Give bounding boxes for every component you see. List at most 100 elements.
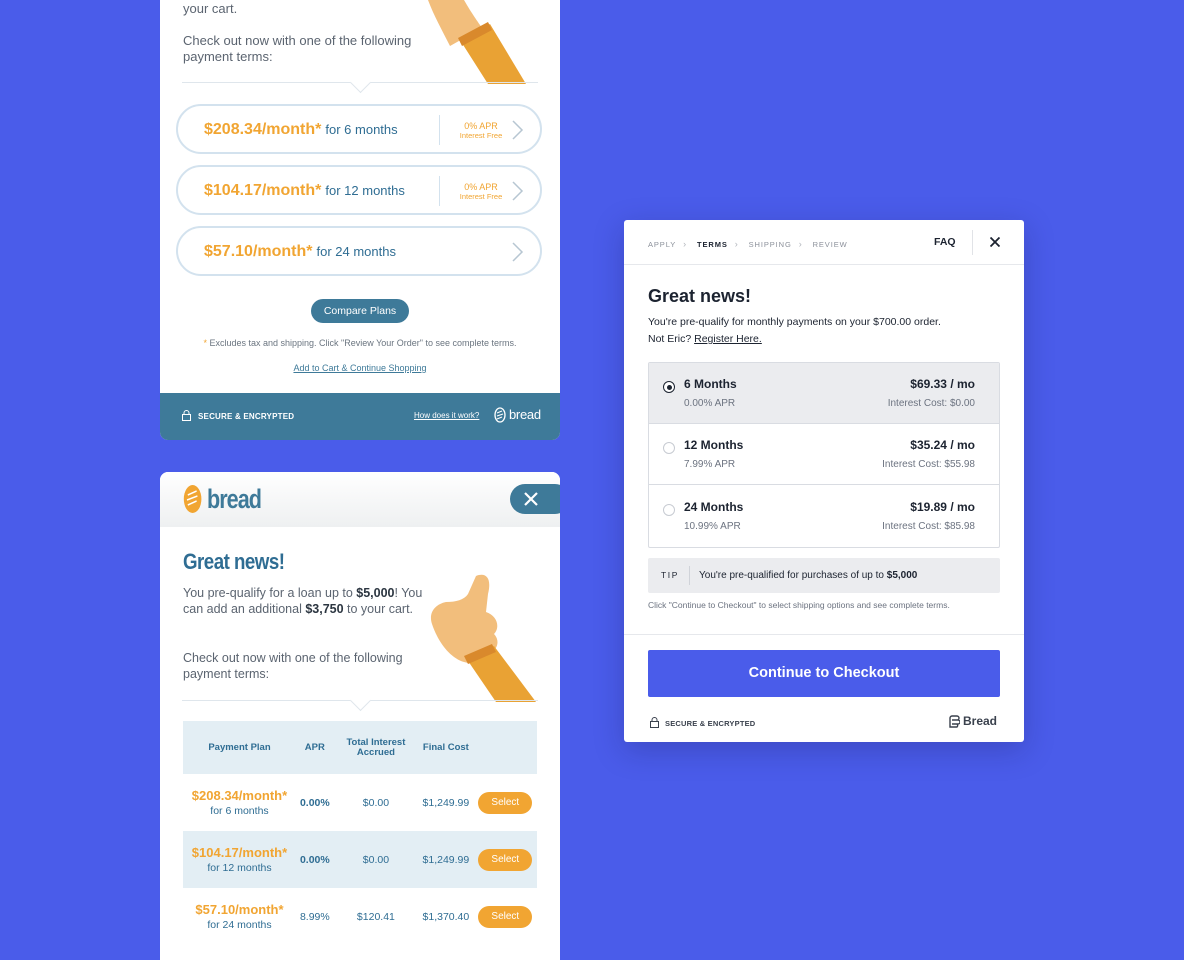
thumbs-up-illustration	[428, 0, 526, 84]
chevron-right-icon: ›	[734, 239, 739, 249]
radio-button[interactable]	[663, 442, 675, 454]
select-button[interactable]: Select	[478, 848, 533, 871]
lock-icon	[182, 410, 191, 421]
term-price: $69.33 / mo	[910, 377, 975, 391]
divider	[649, 484, 999, 485]
chevron-right-icon: ›	[798, 239, 803, 249]
breadcrumb-apply[interactable]: APPLY	[648, 240, 676, 249]
separator	[439, 115, 440, 145]
term-name: 24 Months	[684, 500, 744, 514]
term-interest: Interest Cost: $55.98	[882, 459, 975, 470]
term-options: 6 Months 0.00% APR $69.33 / mo Interest …	[648, 362, 1000, 548]
term-interest: Interest Cost: $0.00	[887, 398, 975, 409]
thumbs-up-illustration	[430, 574, 536, 702]
bread-logo: bread	[494, 407, 541, 423]
final-cost-cell: $1,249.99	[422, 796, 470, 809]
prequal-message: You're pre-qualify for monthly payments …	[648, 314, 941, 348]
plan-duration: for 6 months	[325, 122, 398, 137]
final-cost-cell: $1,249.99	[418, 831, 474, 888]
apr-cell: 0.00%	[299, 796, 330, 809]
table-row: $208.34/month* for 6 months 0.00% $0.00 $…	[183, 774, 537, 831]
chevron-right-icon	[512, 120, 524, 140]
column-header: APR	[295, 721, 334, 774]
intro-text: You pre-qualify for a loan up to $5,000!…	[183, 586, 423, 681]
table-header-row: Payment Plan APR Total Interest Accrued …	[183, 721, 537, 774]
compare-plans-button[interactable]: Compare Plans	[311, 299, 409, 323]
term-price: $35.24 / mo	[910, 438, 975, 452]
term-option-24-months[interactable]: 24 Months 10.99% APR $19.89 / mo Interes…	[649, 486, 999, 547]
payment-plans-table: Payment Plan APR Total Interest Accrued …	[183, 721, 537, 945]
payment-terms-card: your cart. Check out now with one of the…	[160, 0, 560, 440]
apr-cell: 8.99%	[299, 910, 330, 923]
card-footer: SECURE & ENCRYPTED How does it work? bre…	[160, 393, 560, 440]
separator	[689, 566, 690, 585]
lock-icon	[650, 717, 659, 728]
term-name: 6 Months	[684, 377, 737, 391]
close-icon[interactable]	[990, 237, 1000, 247]
divider-notch	[349, 71, 372, 94]
term-price: $19.89 / mo	[910, 500, 975, 514]
header-divider	[624, 264, 1024, 265]
faq-link[interactable]: FAQ	[934, 236, 956, 248]
interest-cell: $0.00	[362, 796, 390, 809]
column-header: Total Interest Accrued	[333, 721, 419, 774]
plan-option-24-months[interactable]: $57.10/month* for 24 months	[176, 226, 542, 276]
breadcrumb-shipping[interactable]: SHIPPING	[749, 240, 792, 249]
select-button[interactable]: Select	[478, 791, 533, 814]
plan-amount: $57.10/month* for 24 months	[204, 243, 396, 260]
tip-box: TIP You're pre-qualified for purchases o…	[648, 558, 1000, 593]
add-to-cart-link[interactable]: Add to Cart & Continue Shopping	[160, 363, 560, 373]
tip-label: TIP	[661, 570, 680, 580]
final-cost-cell: $1,370.40	[422, 910, 470, 923]
prequal-subtitle: You're pre-qualify for monthly payments …	[648, 316, 941, 328]
breadcrumb: APPLY › TERMS › SHIPPING › REVIEW	[648, 239, 855, 249]
table-row: $104.17/month* for 12 months 0.00% $0.00 …	[183, 831, 537, 888]
separator	[972, 230, 973, 255]
continue-to-checkout-button[interactable]: Continue to Checkout	[648, 650, 1000, 697]
apr-badge: 0% APR Interest Free	[459, 121, 503, 140]
close-button[interactable]	[510, 484, 560, 514]
page-title: Great news!	[183, 549, 285, 574]
plan-cell: $208.34/month* for 6 months	[191, 788, 288, 817]
term-name: 12 Months	[684, 438, 744, 452]
term-option-6-months[interactable]: 6 Months 0.00% APR $69.33 / mo Interest …	[649, 363, 999, 424]
fine-print: * Excludes tax and shipping. Click "Revi…	[203, 338, 517, 348]
chevron-right-icon	[512, 242, 524, 262]
select-button[interactable]: Select	[478, 905, 533, 928]
interest-cell: $0.00	[333, 831, 419, 888]
bread-icon	[183, 485, 202, 513]
secure-label: SECURE & ENCRYPTED	[650, 717, 755, 728]
breadcrumb-review[interactable]: REVIEW	[813, 240, 848, 249]
term-apr: 7.99% APR	[684, 459, 736, 470]
not-user-text: Not Eric?	[648, 333, 692, 345]
close-icon	[524, 492, 538, 506]
how-it-works-link[interactable]: How does it work?	[414, 411, 479, 420]
apr-badge: 0% APR Interest Free	[459, 182, 503, 201]
term-option-12-months[interactable]: 12 Months 7.99% APR $35.24 / mo Interest…	[649, 424, 999, 485]
action-cell: Select	[474, 774, 537, 831]
plan-amount: $104.17/month* for 12 months	[204, 182, 405, 199]
apr-cell: 0.00%	[295, 831, 334, 888]
tip-text: You're pre-qualified for purchases of up…	[699, 570, 918, 581]
fine-print: Click "Continue to Checkout" to select s…	[648, 600, 950, 610]
plan-cell: $104.17/month* for 12 months	[183, 831, 296, 888]
term-apr: 10.99% APR	[684, 521, 741, 532]
action-cell: Select	[473, 831, 537, 888]
bread-logo: bread	[183, 484, 262, 515]
separator	[439, 176, 440, 206]
radio-button[interactable]	[663, 504, 675, 516]
chevron-right-icon	[512, 181, 524, 201]
card-header: bread	[160, 472, 560, 527]
loan-table-card: bread Great news! You pre-qualify for a …	[160, 472, 560, 960]
footer-divider	[624, 634, 1024, 635]
plan-duration: for 24 months	[316, 244, 396, 259]
checkout-modal: APPLY › TERMS › SHIPPING › REVIEW FAQ Great…	[624, 220, 1024, 742]
plan-option-6-months[interactable]: $208.34/month* for 6 months 0% APR Interes…	[176, 104, 542, 154]
plan-option-12-months[interactable]: $104.17/month* for 12 months 0% APR Intere…	[176, 165, 542, 215]
radio-button[interactable]	[663, 381, 675, 393]
table-row: $57.10/month* for 24 months 8.99% $120.41…	[183, 888, 537, 945]
plan-cell: $57.10/month* for 24 months	[195, 902, 284, 931]
bread-logo: Bread	[949, 714, 997, 728]
register-link[interactable]: Register Here.	[694, 333, 762, 345]
breadcrumb-terms[interactable]: TERMS	[697, 240, 728, 249]
